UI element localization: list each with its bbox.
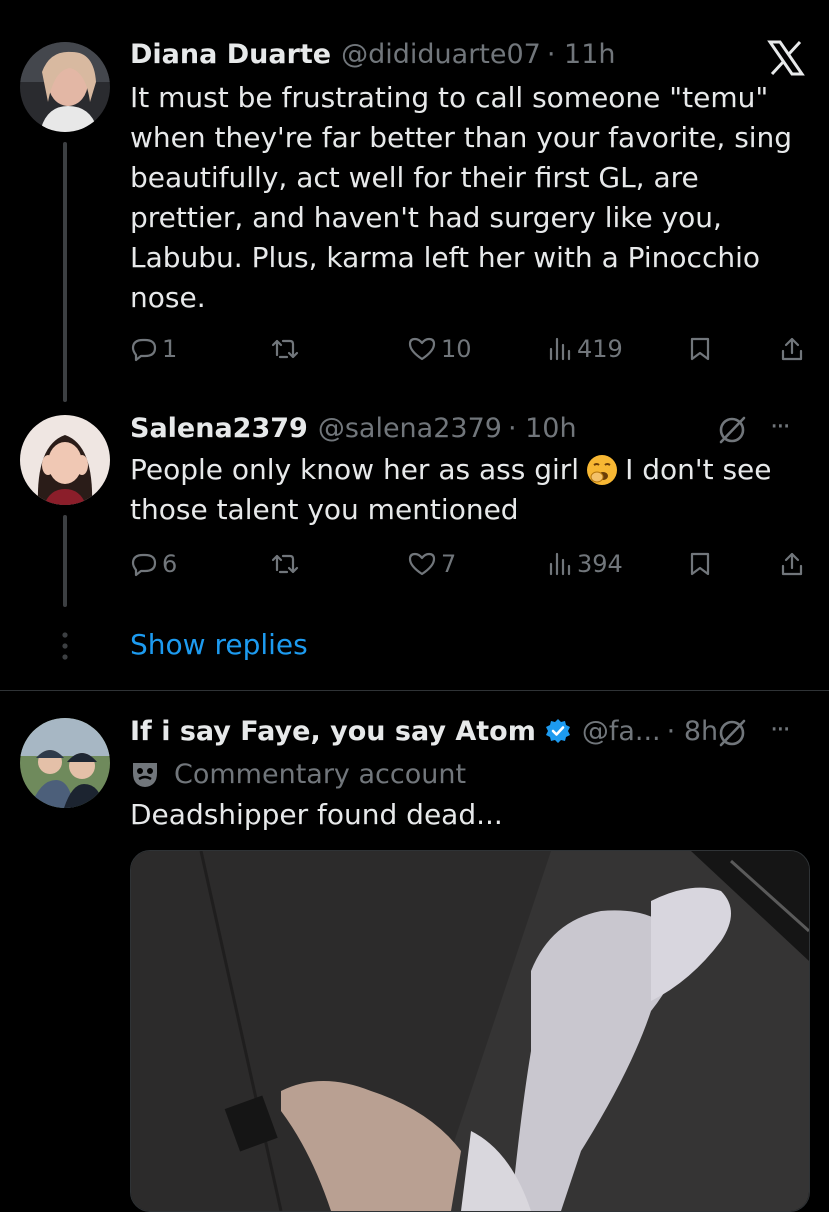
show-replies-link[interactable]: Show replies <box>130 628 308 661</box>
tweet-text: People only know her as ass girl I don't… <box>130 453 772 526</box>
author-handle[interactable]: @fa... <box>582 716 661 747</box>
reply-count: 1 <box>162 335 178 363</box>
reply-icon <box>131 553 157 577</box>
share-button[interactable] <box>779 550 805 578</box>
heart-icon <box>408 337 436 361</box>
vertical-dots-icon <box>60 630 70 662</box>
reply-icon <box>131 338 157 362</box>
views-icon <box>549 337 571 361</box>
share-icon <box>781 337 803 361</box>
account-label: Commentary account <box>130 755 466 793</box>
tweet-header: Diana Duarte @dididuarte07 · 11h <box>130 34 616 74</box>
avatar-diana[interactable] <box>20 42 110 132</box>
retweet-button[interactable] <box>270 335 300 363</box>
more-options-icon[interactable]: ··· <box>770 715 791 745</box>
grok-icon[interactable] <box>716 414 748 446</box>
author-handle[interactable]: @salena2379 <box>318 413 502 444</box>
x-close-icon[interactable] <box>766 38 806 78</box>
view-count: 419 <box>577 335 623 363</box>
tweet-time[interactable]: · 11h <box>547 39 616 70</box>
avatar-salena[interactable] <box>20 415 110 505</box>
reply-button[interactable]: 1 <box>130 335 177 363</box>
like-button[interactable]: 7 <box>407 550 456 578</box>
views-button[interactable]: 419 <box>547 335 623 363</box>
share-button[interactable] <box>779 335 805 363</box>
view-count: 394 <box>577 550 623 578</box>
tweet-time[interactable]: · 8h <box>667 716 718 747</box>
account-label-text: Commentary account <box>174 758 467 790</box>
bookmark-button[interactable] <box>688 550 712 578</box>
share-icon <box>781 552 803 576</box>
tweet-media-image[interactable] <box>130 850 810 1212</box>
more-options-icon[interactable]: ··· <box>770 412 791 442</box>
tweet-header: Salena2379 @salena2379 · 10h <box>130 408 577 448</box>
views-button[interactable]: 394 <box>547 550 623 578</box>
avatar-faye-atom[interactable] <box>20 718 110 808</box>
reply-button[interactable]: 6 <box>130 550 177 578</box>
yawning-face-emoji-icon <box>585 453 619 487</box>
tweet-text: It must be frustrating to call someone "… <box>130 81 793 314</box>
reply-count: 6 <box>162 550 178 578</box>
author-handle[interactable]: @dididuarte07 <box>341 39 541 70</box>
author-name[interactable]: If i say Faye, you say Atom <box>130 716 536 747</box>
divider <box>0 690 829 691</box>
bookmark-icon <box>690 337 710 361</box>
retweet-icon <box>271 554 299 574</box>
tweet-header: If i say Faye, you say Atom @fa... · 8h <box>130 711 718 751</box>
retweet-button[interactable] <box>270 550 300 578</box>
bookmark-button[interactable] <box>688 335 712 363</box>
grok-icon[interactable] <box>716 717 748 749</box>
retweet-icon <box>271 339 299 359</box>
like-count: 7 <box>441 550 457 578</box>
thread-line <box>63 515 67 607</box>
author-name[interactable]: Salena2379 <box>130 413 308 444</box>
tweet-time[interactable]: · 10h <box>508 413 577 444</box>
like-count: 10 <box>441 335 472 363</box>
like-button[interactable]: 10 <box>407 335 472 363</box>
tweet-text: Deadshipper found dead... <box>130 798 503 831</box>
author-name[interactable]: Diana Duarte <box>130 39 331 70</box>
thread-line <box>63 142 67 402</box>
heart-icon <box>408 552 436 576</box>
verified-badge-icon <box>544 717 572 745</box>
bookmark-icon <box>690 552 710 576</box>
views-icon <box>549 552 571 576</box>
mask-icon <box>130 759 160 789</box>
